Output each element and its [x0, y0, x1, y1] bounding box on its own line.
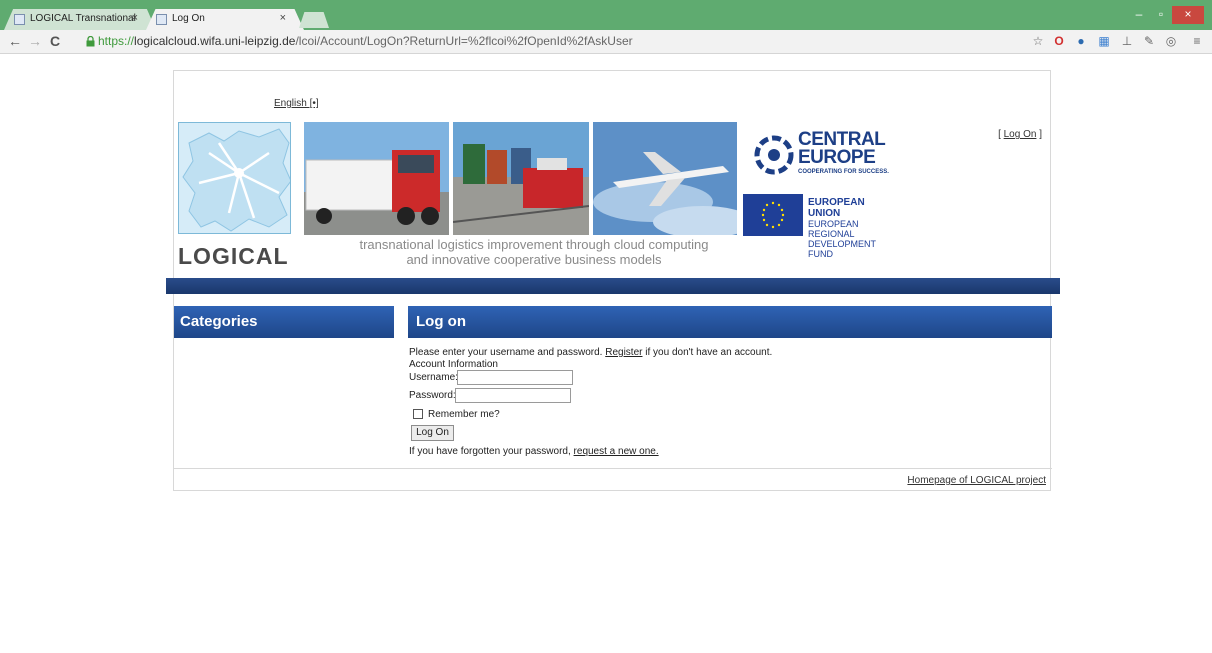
remember-me-checkbox[interactable] [413, 409, 423, 419]
central-europe-emblem-icon [754, 135, 794, 175]
url-host: logicalcloud.wifa.uni-leipzig.de [134, 34, 296, 48]
forgot-text: If you have forgotten your password, [409, 446, 574, 457]
page-container: English [•] [ Log On ] LOGICAL transnati… [166, 70, 1060, 491]
central-europe-title: CENTRAL EUROPE [798, 129, 885, 168]
reload-icon[interactable]: C [50, 33, 60, 49]
calendar-extension-icon[interactable]: ▦ [1097, 34, 1111, 48]
eu-regional-fund-logo: EUROPEAN UNION EUROPEAN REGIONAL DEVELOP… [743, 194, 897, 259]
register-link[interactable]: Register [605, 347, 642, 358]
maximize-button[interactable]: ▫ [1150, 6, 1172, 24]
tab-close-icon[interactable]: × [132, 12, 138, 24]
page-favicon-icon [14, 14, 25, 25]
menu-icon[interactable]: ≡ [1190, 34, 1204, 48]
bracket-close: ] [1036, 129, 1042, 140]
eu-line3: DEVELOPMENT FUND [808, 239, 876, 259]
central-europe-slogan: COOPERATING FOR SUCCESS. [798, 169, 889, 175]
username-input[interactable] [457, 370, 573, 385]
tagline-line2: and innovative cooperative business mode… [406, 252, 662, 267]
browser-titlebar: LOGICAL Transnational Sc × Log On × – ▫ … [0, 0, 1212, 30]
opera-extension-icon[interactable]: O [1052, 34, 1066, 48]
translate-extension-icon[interactable]: ✎ [1142, 34, 1156, 48]
url-text: https://logicalcloud.wifa.uni-leipzig.de… [98, 34, 633, 48]
central-europe-logo: CENTRAL EUROPE COOPERATING FOR SUCCESS. [754, 129, 900, 181]
new-tab-button[interactable] [299, 12, 329, 28]
password-label: Password: [409, 390, 456, 401]
request-new-password-link[interactable]: request a new one. [574, 446, 659, 457]
logon-intro: Please enter your username and password.… [409, 347, 772, 359]
globe-extension-icon[interactable]: ● [1074, 34, 1088, 48]
login-link[interactable]: Log On [1004, 129, 1037, 140]
train-photo [453, 122, 589, 235]
tab-close-icon[interactable]: × [280, 12, 286, 24]
header-login: [ Log On ] [998, 129, 1042, 140]
eu-line2: EUROPEAN REGIONAL [808, 219, 859, 239]
tagline: transnational logistics improvement thro… [354, 237, 714, 267]
back-icon[interactable]: ← [8, 33, 22, 49]
remember-me-label: Remember me? [428, 409, 500, 420]
minimize-button[interactable]: – [1128, 6, 1150, 24]
bookmark-star-icon[interactable]: ☆ [1031, 34, 1045, 48]
tab-title: Log On [172, 13, 205, 24]
eu-text: EUROPEAN UNION EUROPEAN REGIONAL DEVELOP… [808, 197, 897, 260]
language-selector[interactable]: English [•] [274, 98, 319, 109]
page-favicon-icon [156, 14, 167, 25]
url-scheme: https:// [98, 34, 135, 48]
intro-text: Please enter your username and password. [409, 347, 606, 358]
categories-heading: Categories [174, 306, 394, 338]
tab-title: LOGICAL Transnational Sc [30, 13, 138, 24]
username-label: Username: [409, 372, 458, 383]
airplane-photo [593, 122, 737, 235]
url-path: /lcoi/Account/LogOn?ReturnUrl=%2flcoi%2f… [295, 34, 633, 48]
lock-icon [86, 36, 95, 47]
browser-toolbar: ← → C https://logicalcloud.wifa.uni-leip… [0, 30, 1212, 54]
password-input[interactable] [455, 388, 571, 403]
eu-flag-icon [743, 194, 803, 236]
header-divider-bar [166, 278, 1060, 294]
log-on-button[interactable]: Log On [411, 425, 454, 441]
forgot-password-text: If you have forgotten your password, req… [409, 446, 659, 458]
homepage-link[interactable]: Homepage of LOGICAL project [907, 475, 1046, 486]
forward-icon[interactable]: → [28, 33, 42, 49]
download-extension-icon[interactable]: ⊥ [1120, 34, 1134, 48]
tab-logical-transnational[interactable]: LOGICAL Transnational Sc × [4, 9, 156, 30]
tagline-line1: transnational logistics improvement thro… [359, 237, 709, 252]
eu-line1: EUROPEAN UNION [808, 197, 865, 219]
footer-divider [174, 468, 1052, 469]
truck-photo [304, 122, 449, 235]
close-window-button[interactable]: × [1172, 6, 1204, 24]
shield-extension-icon[interactable]: ◎ [1164, 34, 1178, 48]
logon-heading: Log on [408, 306, 1052, 338]
europe-map-image [178, 122, 291, 234]
intro-text-end: if you don't have an account. [642, 347, 773, 358]
tab-log-on[interactable]: Log On × [146, 9, 304, 30]
logical-brand: LOGICAL [178, 243, 289, 269]
